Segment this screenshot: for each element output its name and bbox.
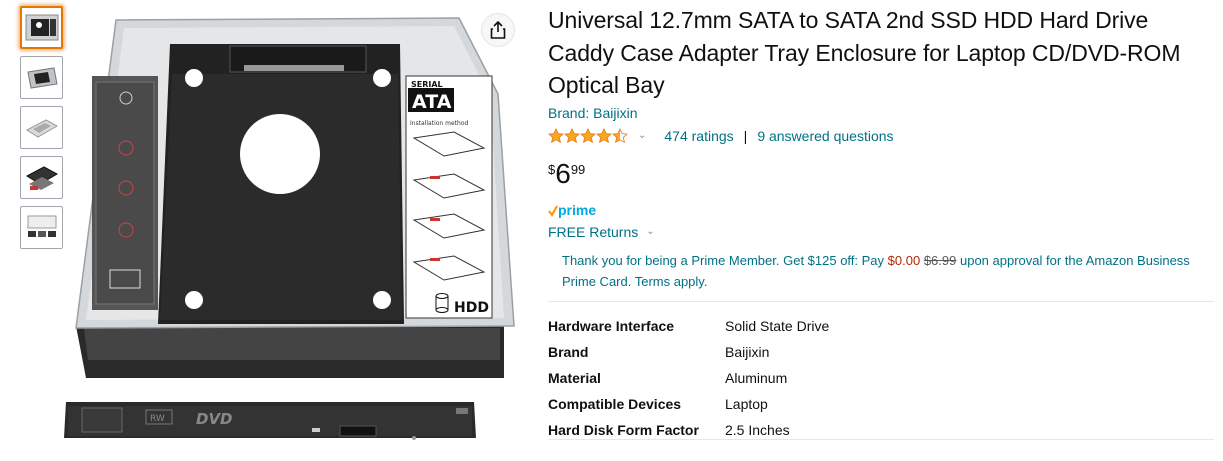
promo-new-price: $0.00 bbox=[887, 252, 921, 268]
thumbnail-2[interactable] bbox=[20, 56, 63, 99]
spec-row: Brand Baijixin bbox=[548, 344, 1218, 370]
thumbnail-package-contents-image bbox=[27, 215, 56, 237]
free-returns[interactable]: FREE Returns ⌄ bbox=[548, 224, 1218, 240]
share-button[interactable] bbox=[481, 13, 515, 47]
ratings-link[interactable]: 474 ratings bbox=[664, 128, 733, 144]
spec-value: 2.5 Inches bbox=[725, 421, 790, 438]
spec-row: Hard Disk Form Factor 2.5 Inches bbox=[548, 422, 1218, 448]
divider bbox=[548, 300, 1214, 302]
prime-check-icon: prime bbox=[548, 202, 596, 218]
spec-value: Baijixin bbox=[725, 343, 770, 360]
dvd-label: DVD bbox=[196, 410, 233, 428]
spec-key: Compatible Devices bbox=[548, 395, 682, 412]
prime-card-promo[interactable]: Thank you for being a Prime Member. Get … bbox=[562, 250, 1202, 292]
brand-link[interactable]: Brand: Baijixin bbox=[548, 105, 638, 121]
spec-key: Hardware Interface bbox=[548, 317, 675, 334]
spec-key: Brand bbox=[548, 343, 589, 360]
spec-row: Compatible Devices Laptop bbox=[548, 396, 1218, 422]
price-symbol: $ bbox=[548, 161, 556, 177]
thumbnail-caddy-front-image bbox=[25, 14, 58, 40]
price-whole: 6 bbox=[555, 157, 571, 189]
hdd-caddy-illustration: SERIAL ATA Installation method HDD RW DV… bbox=[64, 17, 515, 440]
serial-label: SERIAL bbox=[411, 80, 443, 89]
thumbnail-3[interactable] bbox=[20, 106, 63, 149]
star-icon bbox=[548, 128, 628, 143]
installation-method-label: Installation method bbox=[410, 120, 469, 127]
chevron-down-icon: ⌄ bbox=[646, 226, 655, 237]
promo-old-price: $6.99 bbox=[923, 252, 957, 268]
spec-key: Material bbox=[548, 369, 601, 386]
spec-value: Aluminum bbox=[725, 369, 788, 386]
spec-value: Laptop bbox=[725, 395, 768, 412]
thumbnail-strip bbox=[20, 6, 64, 256]
spec-key: Hard Disk Form Factor bbox=[548, 421, 699, 438]
spec-value: Solid State Drive bbox=[725, 317, 830, 334]
product-title: Universal 12.7mm SATA to SATA 2nd SSD HD… bbox=[548, 7, 1181, 98]
price: $ 6 99 bbox=[548, 157, 1218, 190]
product-info: Universal 12.7mm SATA to SATA 2nd SSD HD… bbox=[548, 4, 1218, 448]
spec-row: Material Aluminum bbox=[548, 370, 1218, 396]
free-returns-label: FREE Returns bbox=[548, 223, 639, 240]
prime-badge: prime bbox=[548, 202, 1218, 220]
rating-row: ⌄ 474 ratings | 9 answered questions bbox=[548, 126, 1218, 146]
thumbnail-caddy-angle-image bbox=[25, 118, 58, 138]
questions-link[interactable]: 9 answered questions bbox=[757, 128, 893, 144]
spec-table: Hardware Interface Solid State Drive Bra… bbox=[548, 318, 1218, 448]
star-rating[interactable] bbox=[548, 128, 630, 144]
rw-label: RW bbox=[150, 414, 165, 424]
hdd-label: HDD bbox=[454, 300, 489, 316]
chevron-down-icon[interactable]: ⌄ bbox=[638, 130, 646, 141]
divider bbox=[548, 439, 1214, 440]
separator: | bbox=[743, 127, 748, 144]
main-product-image[interactable]: SERIAL ATA Installation method HDD RW DV… bbox=[64, 8, 540, 461]
promo-text-1: Thank you for being a Prime Member. Get … bbox=[562, 252, 888, 268]
thumbnail-caddy-drive-image bbox=[25, 165, 58, 190]
prime-label: prime bbox=[558, 202, 596, 218]
thumbnail-5[interactable] bbox=[20, 206, 63, 249]
spec-row: Hardware Interface Solid State Drive bbox=[548, 318, 1218, 344]
price-fraction: 99 bbox=[570, 161, 586, 177]
ata-label: ATA bbox=[412, 91, 452, 113]
share-icon bbox=[490, 21, 506, 39]
thumbnail-1[interactable] bbox=[20, 6, 63, 49]
thumbnail-4[interactable] bbox=[20, 156, 63, 199]
thumbnail-caddy-tilted-image bbox=[26, 66, 58, 89]
